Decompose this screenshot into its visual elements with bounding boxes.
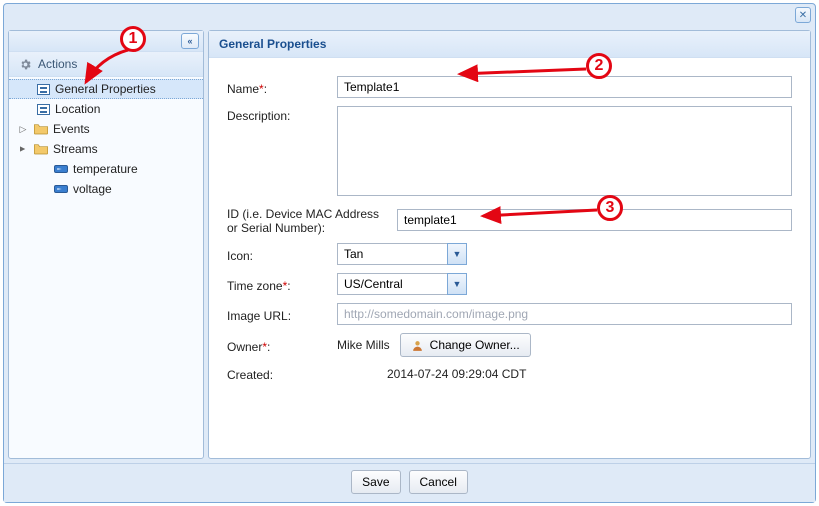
- chevron-down-icon: ▼: [453, 249, 462, 259]
- save-button[interactable]: Save: [351, 470, 400, 494]
- label-name: Name*:: [227, 79, 327, 96]
- id-input[interactable]: [397, 209, 792, 231]
- panel-title: General Properties: [209, 31, 810, 58]
- sidebar-item-label: Events: [53, 122, 90, 136]
- row-owner: Owner*: Mike Mills Change Owner...: [227, 333, 792, 357]
- chevron-down-icon: ▼: [453, 279, 462, 289]
- change-owner-label: Change Owner...: [430, 338, 520, 352]
- expander-expanded-icon[interactable]: ▲: [17, 143, 29, 155]
- label-icon: Icon:: [227, 246, 327, 263]
- icon-combobox[interactable]: ▼: [337, 243, 467, 265]
- owner-value: Mike Mills: [337, 338, 390, 352]
- image-url-input[interactable]: [337, 303, 792, 325]
- label-id: ID (i.e. Device MAC Address or Serial Nu…: [227, 204, 387, 235]
- sidebar-item-general-properties[interactable]: General Properties: [9, 79, 203, 99]
- created-value: 2014-07-24 09:29:04 CDT: [337, 367, 526, 381]
- main-panel: General Properties Name*: Description: I…: [208, 30, 811, 459]
- stream-icon: [53, 181, 69, 197]
- sidebar-item-label: temperature: [73, 162, 138, 176]
- description-textarea[interactable]: [337, 106, 792, 196]
- cancel-button[interactable]: Cancel: [409, 470, 468, 494]
- dialog-body: « Actions General Properties: [4, 26, 815, 463]
- sidebar-item-label: Location: [55, 102, 100, 116]
- label-owner: Owner*:: [227, 337, 327, 354]
- sidebar-item-label: voltage: [73, 182, 112, 196]
- form-icon: [35, 101, 51, 117]
- sidebar: « Actions General Properties: [8, 30, 204, 459]
- row-id: ID (i.e. Device MAC Address or Serial Nu…: [227, 204, 792, 235]
- row-description: Description:: [227, 106, 792, 196]
- sidebar-section-actions: Actions: [9, 52, 203, 77]
- sidebar-item-streams[interactable]: ▲ Streams: [9, 139, 203, 159]
- sidebar-item-label: Streams: [53, 142, 98, 156]
- sidebar-tree: General Properties Location ▷ Events: [9, 77, 203, 458]
- sidebar-item-events[interactable]: ▷ Events: [9, 119, 203, 139]
- timezone-dropdown-button[interactable]: ▼: [447, 273, 467, 295]
- required-marker: *: [259, 82, 264, 96]
- folder-icon: [33, 141, 49, 157]
- person-icon: [411, 339, 424, 352]
- required-marker: *: [283, 279, 288, 293]
- expander-collapsed-icon[interactable]: ▷: [17, 123, 29, 135]
- sidebar-item-stream-voltage[interactable]: voltage: [9, 179, 203, 199]
- dialog: ✕ « Actions: [3, 3, 816, 503]
- dialog-footer: Save Cancel: [4, 463, 815, 502]
- sidebar-item-label: General Properties: [55, 82, 156, 96]
- stream-icon: [53, 161, 69, 177]
- label-description: Description:: [227, 106, 327, 123]
- collapse-sidebar-button[interactable]: «: [181, 33, 199, 49]
- row-image-url: Image URL:: [227, 303, 792, 325]
- name-input[interactable]: [337, 76, 792, 98]
- icon-dropdown-button[interactable]: ▼: [447, 243, 467, 265]
- properties-form: Name*: Description: ID (i.e. Device MAC …: [209, 58, 810, 458]
- gear-icon: [19, 58, 32, 71]
- sidebar-section-label: Actions: [38, 57, 77, 71]
- sidebar-item-stream-temperature[interactable]: temperature: [9, 159, 203, 179]
- required-marker: *: [262, 340, 267, 354]
- timezone-combobox[interactable]: ▼: [337, 273, 467, 295]
- icon-input[interactable]: [337, 243, 447, 265]
- timezone-input[interactable]: [337, 273, 447, 295]
- folder-icon: [33, 121, 49, 137]
- sidebar-item-location[interactable]: Location: [9, 99, 203, 119]
- titlebar: ✕: [4, 4, 815, 26]
- row-name: Name*:: [227, 76, 792, 98]
- chevrons-left-icon: «: [187, 36, 192, 46]
- sidebar-header: «: [9, 31, 203, 52]
- close-button[interactable]: ✕: [795, 7, 811, 23]
- form-icon: [35, 81, 51, 97]
- close-icon: ✕: [799, 10, 807, 21]
- label-image-url: Image URL:: [227, 306, 327, 323]
- label-created: Created:: [227, 365, 327, 382]
- row-created: Created: 2014-07-24 09:29:04 CDT: [227, 365, 792, 382]
- change-owner-button[interactable]: Change Owner...: [400, 333, 531, 357]
- row-icon: Icon: ▼: [227, 243, 792, 265]
- row-timezone: Time zone*: ▼: [227, 273, 792, 295]
- label-timezone: Time zone*:: [227, 276, 327, 293]
